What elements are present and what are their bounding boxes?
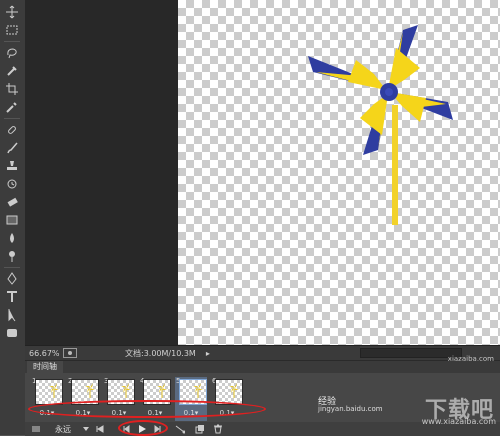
- crop-icon[interactable]: [3, 81, 21, 97]
- annotation-ellipse-delays: [28, 400, 266, 418]
- delete-frame-icon[interactable]: [213, 423, 223, 435]
- annotation-ellipse-play: [118, 420, 168, 436]
- tween-icon[interactable]: [175, 423, 185, 435]
- tools-panel-bottom: [0, 345, 25, 435]
- tab-timeline[interactable]: 时间轴: [27, 361, 63, 373]
- brush-icon[interactable]: [3, 140, 21, 156]
- dodge-icon[interactable]: [3, 248, 21, 264]
- lasso-icon[interactable]: [3, 45, 21, 61]
- duplicate-frame-icon[interactable]: [195, 423, 205, 435]
- chevron-down-icon[interactable]: [81, 423, 91, 435]
- zoom-level[interactable]: 66.67%: [29, 349, 63, 358]
- tools-panel: [0, 0, 26, 345]
- pinwheel-image: [308, 25, 453, 225]
- status-bar: 66.67% 文档:3.00M/10.3M ▸: [25, 345, 500, 360]
- pasteboard: [25, 0, 178, 345]
- panel-menu-icon[interactable]: [31, 423, 41, 435]
- document-info: 文档:3.00M/10.3M: [125, 348, 196, 358]
- gradient-icon[interactable]: [3, 212, 21, 228]
- document-canvas[interactable]: [178, 0, 500, 345]
- watermark-corner: xiazaiba.com: [447, 355, 494, 363]
- watermark-jingyan-url: jingyan.baidu.com: [318, 405, 383, 413]
- blur-icon[interactable]: [3, 230, 21, 246]
- timeline-header: 时间轴: [25, 361, 500, 373]
- type-icon[interactable]: [3, 289, 21, 305]
- watermark-brand-url: www.xiazaiba.com: [421, 417, 496, 426]
- quick-select-icon[interactable]: [3, 63, 21, 79]
- pen-icon[interactable]: [3, 271, 21, 287]
- move-icon[interactable]: [3, 4, 21, 20]
- status-menu-arrow[interactable]: ▸: [206, 349, 210, 358]
- clone-stamp-icon[interactable]: [3, 158, 21, 174]
- marquee-icon[interactable]: [3, 22, 21, 38]
- horizontal-scrollbar[interactable]: [359, 348, 462, 358]
- eraser-icon[interactable]: [3, 194, 21, 210]
- healing-brush-icon[interactable]: [3, 122, 21, 138]
- first-frame-icon[interactable]: [95, 423, 105, 435]
- history-brush-icon[interactable]: [3, 176, 21, 192]
- proof-icon[interactable]: [63, 348, 77, 358]
- eyedropper-icon[interactable]: [3, 99, 21, 115]
- shape-icon[interactable]: [3, 325, 21, 341]
- path-select-icon[interactable]: [3, 307, 21, 323]
- frame-thumbnail: [35, 379, 63, 405]
- loop-select[interactable]: 永远: [55, 423, 71, 435]
